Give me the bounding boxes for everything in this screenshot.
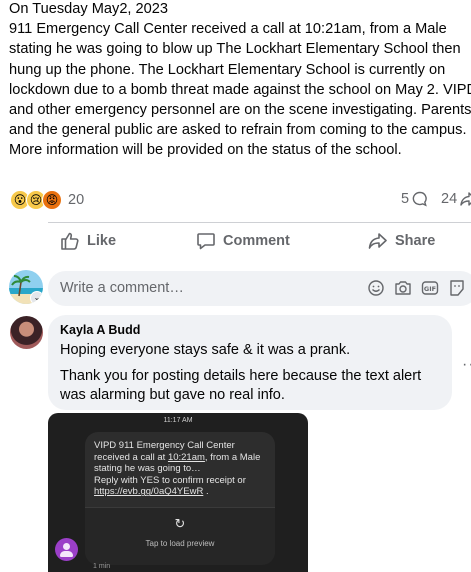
share-count-link[interactable]: 24 [441, 191, 471, 207]
post-text: On Tuesday May2, 2023 911 Emergency Call… [9, 1, 471, 159]
link-preview: ↻ Tap to load preview [85, 507, 275, 565]
like-button[interactable]: Like [60, 230, 116, 252]
angry-emoji-icon: 😡 [42, 190, 62, 210]
comment-input[interactable]: Write a comment… GIF [48, 271, 471, 306]
share-icon [368, 233, 387, 249]
reload-icon: ↻ [174, 516, 186, 531]
sms-time-link: 10:21am [167, 451, 205, 463]
emoji-icon[interactable] [367, 279, 385, 297]
comment-count-link[interactable]: 5 [401, 191, 428, 207]
sender-avatar-icon [55, 538, 78, 561]
tap-to-load-label: Tap to load preview [145, 539, 215, 548]
share-count: 24 [441, 191, 458, 207]
thumbs-up-icon [61, 232, 79, 250]
comment-label: Comment [223, 233, 290, 249]
comment-options-icon[interactable]: ·· [462, 356, 471, 374]
comment-bubble: Kayla A Budd Hoping everyone stays safe … [48, 315, 452, 410]
chevron-down-icon[interactable]: ⌄ [30, 291, 43, 304]
camera-icon[interactable] [394, 279, 412, 297]
attached-screenshot[interactable]: 11:17 AM VIPD 911 Emergency Call Center … [48, 413, 308, 572]
svg-text:GIF: GIF [424, 285, 436, 293]
reaction-summary[interactable]: 😮 😢 😡 20 [10, 189, 84, 211]
sms-message-text: VIPD 911 Emergency Call Center received … [94, 440, 269, 498]
message-timestamp: 1 min [93, 563, 111, 570]
sms-line3: . [203, 486, 209, 498]
commenter-avatar[interactable] [10, 316, 43, 349]
share-arrow-icon [460, 192, 471, 206]
current-user-avatar[interactable]: ⌄ [9, 270, 43, 304]
like-label: Like [87, 233, 117, 249]
comment-input-placeholder: Write a comment… [60, 280, 184, 296]
comment-bubble-icon [412, 191, 427, 207]
sms-url-link: https://evb.gg/0aQ4YEwR [94, 486, 204, 498]
comment-button[interactable]: Comment [196, 230, 290, 252]
share-label: Share [395, 233, 436, 249]
comment-count: 5 [401, 191, 410, 207]
comment-icon [197, 233, 215, 250]
share-button[interactable]: Share [368, 230, 435, 252]
gif-icon[interactable]: GIF [421, 279, 439, 297]
comment-author[interactable]: Kayla A Budd [60, 323, 140, 337]
reaction-count: 20 [68, 192, 85, 208]
stats-divider [48, 222, 471, 223]
sticker-icon[interactable] [448, 279, 466, 297]
comment-text-line2: Thank you for posting details here becau… [60, 368, 422, 403]
comment-text-line1: Hoping everyone stays safe & it was a pr… [60, 342, 351, 358]
phone-status-time: 11:17 AM [163, 417, 193, 424]
composer-icons: GIF [367, 279, 466, 297]
sms-message-card: VIPD 911 Emergency Call Center received … [85, 432, 275, 565]
